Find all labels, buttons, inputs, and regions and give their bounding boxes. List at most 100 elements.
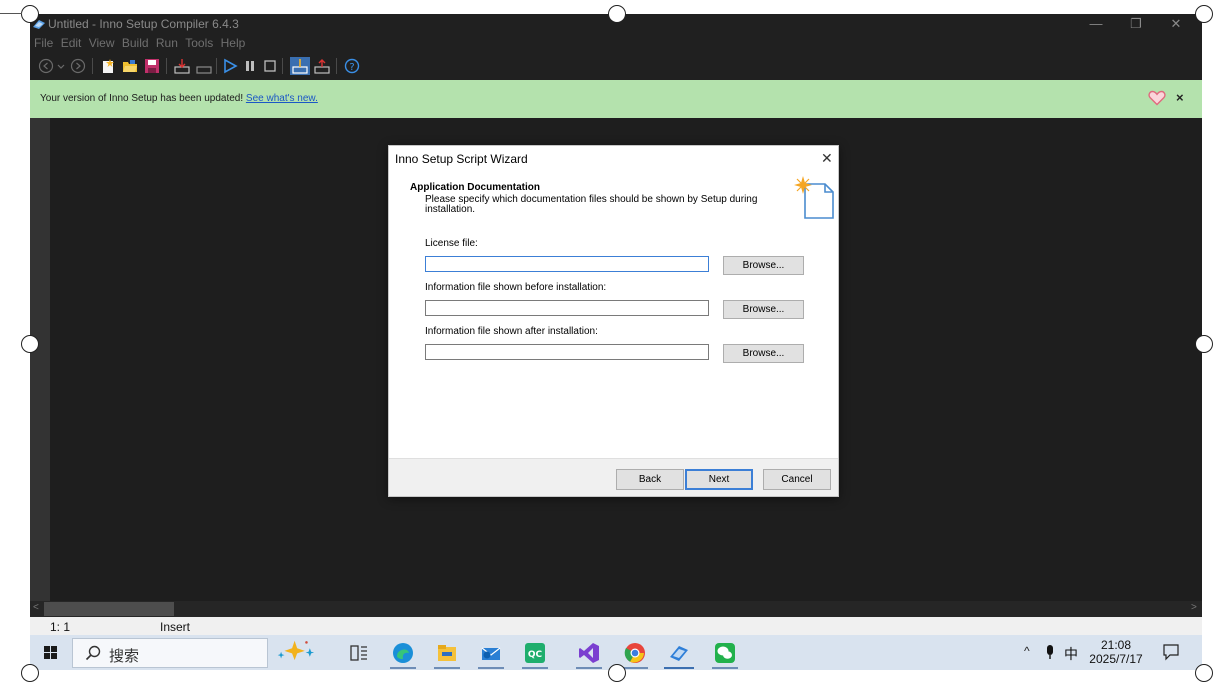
inno-setup-taskbar-icon[interactable] (668, 642, 690, 664)
chevron-down-icon[interactable] (56, 58, 66, 74)
info-before-label: Information file shown before installati… (425, 282, 607, 293)
menu-build[interactable]: Build (122, 34, 149, 52)
stop-compile-icon[interactable] (196, 58, 212, 74)
forward-nav-icon[interactable] (70, 58, 86, 74)
tray-chevron-icon[interactable]: ^ (1024, 644, 1030, 658)
svg-text:?: ? (349, 62, 354, 73)
wizard-page-heading: Application Documentation (410, 182, 540, 193)
maximize-button[interactable]: ❐ (1118, 15, 1154, 33)
scroll-left-icon[interactable]: < (33, 602, 39, 613)
active-indicator (664, 667, 694, 669)
stop-icon[interactable] (262, 58, 278, 74)
menu-edit[interactable]: Edit (61, 34, 82, 52)
scroll-right-icon[interactable]: > (1191, 602, 1197, 613)
windows-start-icon[interactable] (36, 642, 66, 664)
running-indicator (434, 667, 460, 669)
info-after-label: Information file shown after installatio… (425, 326, 598, 337)
close-window-button[interactable]: ✕ (1158, 15, 1194, 33)
wizard-document-icon (794, 176, 834, 219)
menu-help[interactable]: Help (221, 34, 246, 52)
horizontal-scrollbar[interactable]: < > (30, 601, 1202, 617)
selection-edge-line (0, 13, 22, 14)
notification-icon[interactable] (1162, 643, 1180, 661)
target-setup-icon[interactable] (290, 57, 310, 75)
dialog-close-button[interactable]: ✕ (821, 150, 833, 167)
edge-browser-icon[interactable] (392, 642, 414, 664)
help-icon[interactable]: ? (344, 58, 360, 74)
running-indicator (576, 667, 602, 669)
resize-handle-bottom-right[interactable] (1195, 664, 1213, 682)
info-after-browse-button[interactable]: Browse... (723, 344, 804, 363)
screenshot-stage: Untitled - Inno Setup Compiler 6.4.3 — ❐… (0, 0, 1216, 684)
qc-app-icon[interactable]: QC (524, 642, 546, 664)
close-notice-button[interactable]: × (1176, 90, 1184, 105)
script-wizard-dialog: Inno Setup Script Wizard ✕ Application D… (388, 145, 839, 497)
running-indicator (390, 667, 416, 669)
info-before-browse-button[interactable]: Browse... (723, 300, 804, 319)
status-bar: 1: 1 Insert (30, 617, 1202, 635)
save-icon[interactable] (144, 58, 160, 74)
search-icon (85, 645, 101, 661)
back-nav-icon[interactable] (38, 58, 54, 74)
cancel-button[interactable]: Cancel (763, 469, 831, 490)
sparkle-icon[interactable] (268, 639, 328, 661)
resize-handle-left[interactable] (21, 335, 39, 353)
open-file-icon[interactable] (122, 58, 138, 74)
run-icon[interactable] (222, 58, 238, 74)
toolbar: ? (30, 52, 1202, 80)
resize-handle-right[interactable] (1195, 335, 1213, 353)
resize-handle-top-left[interactable] (21, 5, 39, 23)
editor-gutter (30, 118, 50, 601)
microphone-icon[interactable] (1044, 644, 1056, 660)
toolbar-separator (166, 58, 167, 74)
resize-handle-top-right[interactable] (1195, 5, 1213, 23)
resize-handle-bottom[interactable] (608, 664, 626, 682)
target-uninstall-icon[interactable] (314, 58, 330, 74)
visual-studio-icon[interactable] (578, 642, 600, 664)
taskbar-search-box[interactable]: 搜索 (72, 638, 268, 668)
heart-icon[interactable] (1148, 90, 1166, 106)
resize-handle-top[interactable] (608, 5, 626, 23)
running-indicator (622, 667, 648, 669)
resize-handle-bottom-left[interactable] (21, 664, 39, 682)
menu-tools[interactable]: Tools (185, 34, 213, 52)
svg-text:QC: QC (528, 650, 543, 660)
task-view-icon[interactable] (348, 642, 370, 664)
window-title: Untitled - Inno Setup Compiler 6.4.3 (48, 17, 239, 31)
mail-app-icon[interactable] (480, 642, 502, 664)
menu-view[interactable]: View (89, 34, 115, 52)
taskbar-clock[interactable]: 21:08 2025/7/17 (1088, 638, 1144, 666)
next-button[interactable]: Next (685, 469, 753, 490)
whats-new-link[interactable]: See what's new. (246, 93, 318, 104)
update-notice-text: Your version of Inno Setup has been upda… (40, 93, 318, 104)
running-indicator (712, 667, 738, 669)
update-notice-bar: Your version of Inno Setup has been upda… (30, 80, 1202, 118)
license-file-label: License file: (425, 238, 478, 249)
toolbar-separator (336, 58, 337, 74)
running-indicator (522, 667, 548, 669)
compile-icon[interactable] (174, 58, 190, 74)
menu-file[interactable]: File (34, 34, 53, 52)
toolbar-separator (282, 58, 283, 74)
menu-run[interactable]: Run (156, 34, 178, 52)
license-browse-button[interactable]: Browse... (723, 256, 804, 275)
new-file-icon[interactable] (100, 58, 116, 74)
license-file-input[interactable] (425, 256, 709, 272)
clock-time: 21:08 (1100, 638, 1132, 652)
minimize-button[interactable]: — (1078, 15, 1114, 33)
ime-indicator[interactable]: 中 (1064, 644, 1078, 664)
pause-icon[interactable] (242, 58, 258, 74)
info-after-input[interactable] (425, 344, 709, 360)
search-text: 搜索 (109, 648, 140, 665)
back-button[interactable]: Back (616, 469, 684, 490)
info-before-input[interactable] (425, 300, 709, 316)
toolbar-separator (92, 58, 93, 74)
dialog-title: Inno Setup Script Wizard (395, 152, 528, 166)
chrome-icon[interactable] (624, 642, 646, 664)
scrollbar-thumb[interactable] (44, 602, 174, 616)
file-explorer-icon[interactable] (436, 642, 458, 664)
menu-bar: File Edit View Build Run Tools Help (30, 34, 1202, 52)
clock-date: 2025/7/17 (1089, 652, 1143, 666)
dialog-footer: Back Next Cancel (389, 458, 838, 496)
wechat-icon[interactable] (714, 642, 736, 664)
